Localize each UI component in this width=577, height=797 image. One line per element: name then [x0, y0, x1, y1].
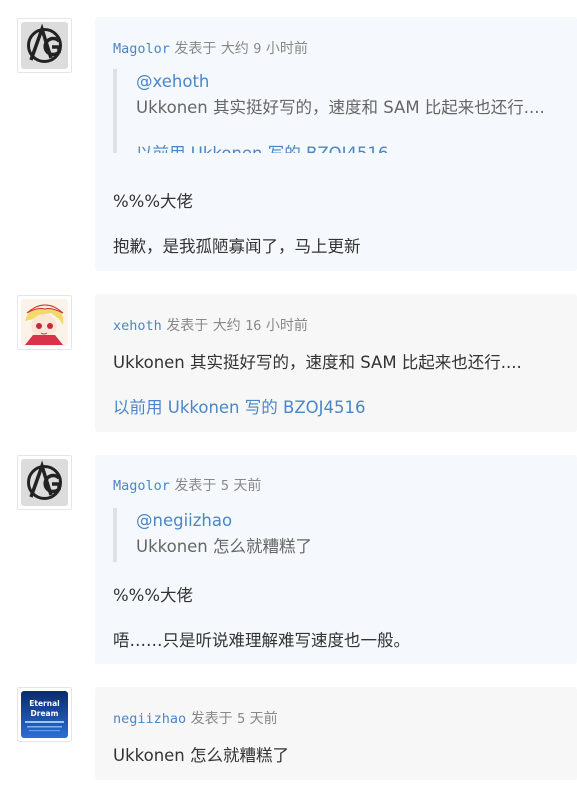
time-unit: 天前	[249, 711, 278, 727]
anarchy-logo-icon	[21, 459, 68, 506]
avatar[interactable]: Eternal Dream	[17, 687, 72, 742]
comment-meta: Magolor 发表于 5 天前	[113, 475, 261, 495]
comment-text-line: %%%大佬	[113, 586, 194, 605]
mention-link[interactable]: @negiizhao	[136, 508, 563, 534]
time-unit: 小时前	[265, 41, 308, 57]
comment-bubble: Magolor 发表于 大约 9 小时前 @xehoth Ukkonen 其实挺…	[95, 17, 577, 271]
comment-meta: negiizhao 发表于 5 天前	[113, 708, 278, 728]
comment-bubble: negiizhao 发表于 5 天前 Ukkonen 怎么就糟糕了	[95, 687, 577, 780]
mention-link[interactable]: @xehoth	[136, 69, 563, 95]
username-link[interactable]: Magolor	[113, 478, 170, 494]
avatar-text-line: Dream	[31, 709, 59, 718]
avatar[interactable]	[17, 18, 72, 73]
comment-link[interactable]: 以前用 Ukkonen 写的 BZOJ4516	[113, 394, 365, 418]
avatar[interactable]	[17, 295, 72, 350]
username-link[interactable]: Magolor	[113, 41, 170, 57]
anarchy-logo-icon	[21, 22, 68, 69]
avatar[interactable]	[17, 455, 72, 510]
comment-bubble: Magolor 发表于 5 天前 @negiizhao Ukkonen 怎么就糟…	[95, 455, 577, 664]
posted-label: 发表于	[174, 41, 217, 57]
comment-meta: xehoth 发表于 大约 16 小时前	[113, 315, 308, 335]
avatar-text-line: Eternal	[29, 699, 59, 708]
posted-label: 发表于	[190, 711, 233, 727]
time-number: 9	[253, 41, 262, 57]
comment-text-line: Ukkonen 怎么就糟糕了	[113, 746, 290, 765]
quote-text: Ukkonen 怎么就糟糕了	[136, 537, 313, 556]
comment-meta: Magolor 发表于 大约 9 小时前	[113, 38, 308, 58]
quote-text: Ukkonen 其实挺好写的，速度和 SAM 比起来也还行....	[136, 98, 545, 117]
quote-block: @xehoth Ukkonen 其实挺好写的，速度和 SAM 比起来也还行...…	[113, 69, 563, 153]
eternal-dream-avatar-icon: Eternal Dream	[21, 691, 68, 738]
quote-link[interactable]: 以前用 Ukkonen 写的 BZOJ4516	[136, 141, 563, 153]
time-number: 5	[220, 478, 229, 494]
comment-text-line: Ukkonen 其实挺好写的，速度和 SAM 比起来也还行....	[113, 353, 522, 372]
username-link[interactable]: xehoth	[113, 318, 162, 334]
username-link[interactable]: negiizhao	[113, 711, 186, 727]
time-prefix: 大约	[220, 41, 249, 57]
time-prefix: 大约	[212, 318, 241, 334]
comment-text-line: %%%大佬	[113, 192, 194, 211]
comment-text-line: 抱歉，是我孤陋寡闻了，马上更新	[113, 237, 361, 256]
comment-bubble: xehoth 发表于 大约 16 小时前 Ukkonen 其实挺好写的，速度和 …	[95, 294, 577, 432]
posted-label: 发表于	[166, 318, 209, 334]
time-number: 5	[237, 711, 246, 727]
time-unit: 小时前	[265, 318, 308, 334]
anime-girl-avatar-icon	[21, 299, 68, 346]
quote-block: @negiizhao Ukkonen 怎么就糟糕了	[113, 508, 563, 562]
comment-text-line: 唔……只是听说难理解难写速度也一般。	[113, 631, 410, 650]
time-unit: 天前	[233, 478, 262, 494]
posted-label: 发表于	[174, 478, 217, 494]
time-number: 16	[245, 318, 262, 334]
